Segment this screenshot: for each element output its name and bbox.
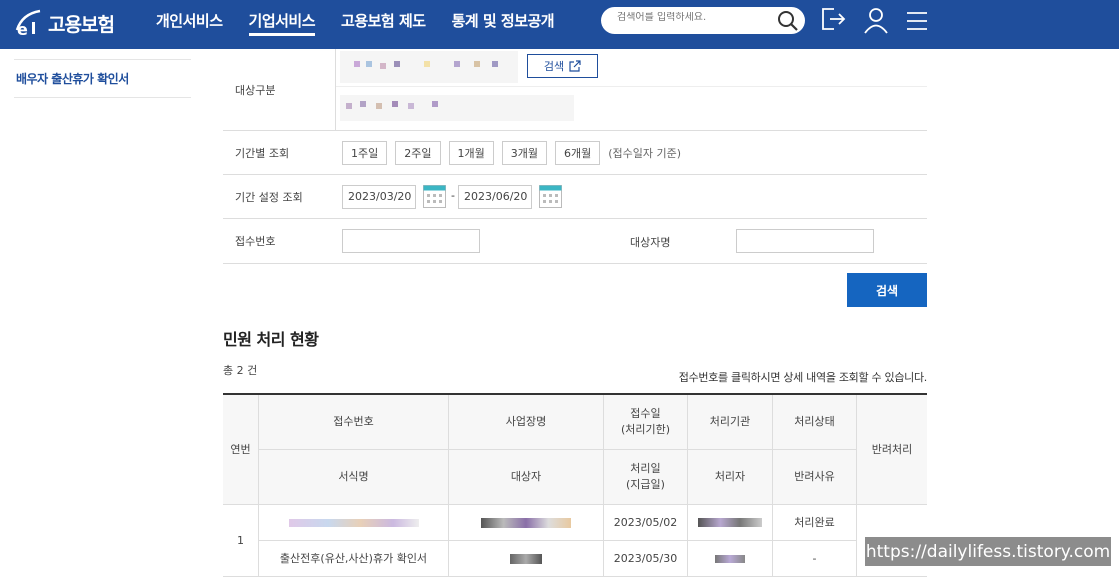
date-from-input[interactable]: 2023/03/20 [342,185,416,209]
masked-pixel [424,61,430,67]
masked-pixel [432,101,438,107]
form-row-range: 기간 설정 조회 2023/03/20 - 2023/06/20 [223,175,927,219]
header-search-input[interactable] [617,12,767,23]
watermark: https://dailylifess.tistory.com [865,537,1111,566]
masked-text [698,518,762,527]
logo-text: 고용보험 [48,13,115,36]
period-options: 1주일 2주일 1개월 3개월 6개월 (접수일자 기준) [336,131,927,174]
target-search-button[interactable]: 검색 [527,54,598,78]
col-process-date: 처리일 (지급일) [604,450,688,505]
divider [336,86,927,87]
masked-text [481,517,571,528]
results-table: 연번 접수번호 사업장명 접수일 (처리기한) 처리기관 처리상태 반려처리 서… [223,393,927,577]
masked-pixel [360,101,366,107]
calendar-icon[interactable] [423,185,446,208]
ei-logo-icon: e [15,9,41,38]
row-target [449,541,604,577]
col-reject-reason: 반려사유 [773,450,857,505]
masked-field [340,51,518,83]
nav-business-service[interactable]: 기업서비스 [248,0,316,36]
top-header: e 고용보험 개인서비스 기업서비스 고용보험 제도 통계 및 정보공개 [0,0,1119,49]
receipt-number-input[interactable] [342,229,480,253]
target-value: 검색 [336,49,927,130]
masked-pixel [346,103,352,109]
row-no: 1 [223,505,259,577]
masked-text [510,553,542,564]
user-icon[interactable] [862,6,890,34]
target-label: 대상구분 [223,49,336,130]
col-status: 처리상태 [773,395,857,450]
form-row-receipt: 접수번호 대상자명 [223,219,927,264]
calendar-icon[interactable] [539,185,562,208]
results-title: 민원 처리 현황 [223,330,319,349]
nav-personal-service[interactable]: 개인서비스 [156,0,223,49]
external-link-icon [569,60,581,72]
row-receipt-date: 2023/05/02 [604,505,688,541]
row-reject-reason: - [773,541,857,577]
masked-text [288,518,419,527]
logo[interactable]: e 고용보험 [14,6,115,40]
range-value: 2023/03/20 - 2023/06/20 [336,175,927,218]
svg-text:e: e [17,20,28,38]
col-company: 사업장명 [449,395,604,450]
masked-pixel [392,101,398,107]
search-icon[interactable] [777,10,799,32]
period-2week-button[interactable]: 2주일 [395,140,441,165]
masked-pixel [380,63,386,69]
row-process-date: 2023/05/30 [604,541,688,577]
period-1month-button[interactable]: 1개월 [448,140,494,165]
target-name-label: 대상자명 [630,236,671,249]
masked-pixel [376,103,382,109]
receipt-value: 대상자명 [336,219,927,263]
period-label: 기간별 조회 [235,146,290,160]
form-row-period: 기간별 조회 1주일 2주일 1개월 3개월 6개월 (접수일자 기준) [223,131,927,175]
col-form-name: 서식명 [259,450,449,505]
main-nav: 개인서비스 기업서비스 고용보험 제도 통계 및 정보공개 [156,0,580,49]
target-name-input[interactable] [736,229,874,253]
masked-pixel [394,61,400,67]
row-handler [688,541,773,577]
period-6month-button[interactable]: 6개월 [555,140,601,165]
col-handler: 처리자 [688,450,773,505]
period-note: (접수일자 기준) [608,146,682,160]
masked-pixel [354,61,360,67]
row-form-name: 출산전후(유산,사산)휴가 확인서 [259,541,449,577]
col-target: 대상자 [449,450,604,505]
row-company [449,505,604,541]
col-receipt-no: 접수번호 [259,395,449,450]
masked-pixel [366,61,372,67]
masked-pixel [408,103,414,109]
period-1week-button[interactable]: 1주일 [342,140,388,165]
search-button[interactable]: 검색 [847,273,927,307]
date-separator: - [451,189,455,202]
sidebar-item-spouse-leave[interactable]: 배우자 출산휴가 확인서 [14,59,191,98]
menu-icon[interactable] [905,10,929,32]
col-reject: 반려처리 [857,395,927,505]
masked-pixel [454,61,460,67]
period-3month-button[interactable]: 3개월 [501,140,547,165]
search-form: 대상구분 검색 기간별 조회 1주일 2주일 1개월 3개월 6개월 (접수일자… [223,49,927,264]
results-hint: 접수번호를 클릭하시면 상세 내역을 조회할 수 있습니다. [678,371,928,384]
date-to-input[interactable]: 2023/06/20 [458,185,532,209]
row-agency [688,505,773,541]
logout-icon[interactable] [820,6,846,32]
header-search [601,7,805,34]
row-receipt-no[interactable] [259,505,449,541]
masked-pixel [474,61,480,67]
nav-statistics[interactable]: 통계 및 정보공개 [452,0,555,49]
masked-text [715,554,745,563]
sidebar: 배우자 출산휴가 확인서 [14,59,191,98]
col-no: 연번 [223,395,259,505]
range-label: 기간 설정 조회 [235,190,303,204]
receipt-label: 접수번호 [235,235,276,248]
form-row-target: 대상구분 검색 [223,49,927,131]
row-status: 처리완료 [773,505,857,541]
masked-pixel [492,61,498,67]
col-agency: 처리기관 [688,395,773,450]
results-total: 총 2 건 [223,364,258,377]
col-receipt-date: 접수일 (처리기한) [604,395,688,450]
nav-insurance-system[interactable]: 고용보험 제도 [341,0,426,49]
